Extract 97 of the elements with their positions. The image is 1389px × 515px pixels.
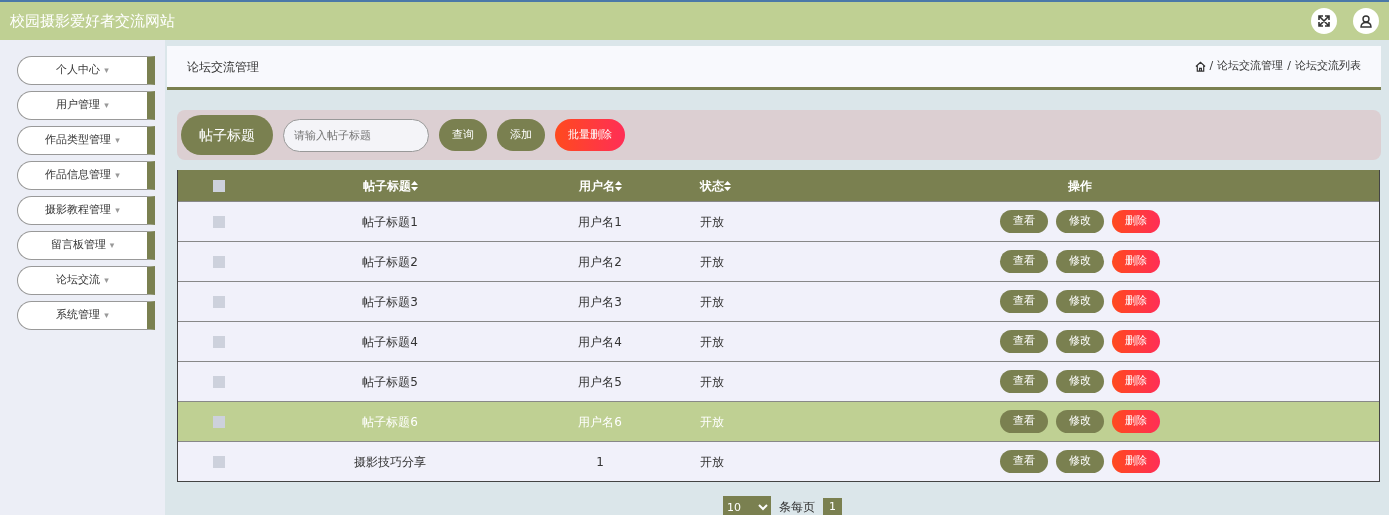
table-cell: 用户名4 bbox=[578, 334, 622, 349]
table-row[interactable]: 帖子标题3 用户名3 开放 查看 修改 删除 bbox=[178, 281, 1379, 321]
sort-icon[interactable] bbox=[410, 180, 418, 191]
caret-icon: ▾ bbox=[115, 203, 120, 218]
table-row[interactable]: 帖子标题1 用户名1 开放 查看 修改 删除 bbox=[178, 201, 1379, 241]
row-checkbox[interactable] bbox=[213, 375, 225, 388]
table-cell: 帖子标题3 bbox=[362, 294, 418, 309]
table-cell: 帖子标题6 bbox=[362, 414, 418, 429]
sort-icon[interactable] bbox=[724, 180, 731, 191]
sidebar-item[interactable]: 论坛交流 ▾ bbox=[17, 266, 155, 295]
column-header[interactable]: 用户名 bbox=[578, 176, 615, 195]
caret-icon: ▾ bbox=[115, 168, 120, 183]
delete-button[interactable]: 删除 bbox=[1111, 370, 1160, 393]
action-button[interactable]: 查看 bbox=[999, 370, 1048, 393]
sidebar-item[interactable]: 个人中心 ▾ bbox=[17, 56, 155, 85]
table-cell: 开放 bbox=[700, 294, 724, 309]
table-row[interactable]: 帖子标题5 用户名5 开放 查看 修改 删除 bbox=[178, 361, 1379, 401]
action-button[interactable]: 查看 bbox=[999, 450, 1048, 473]
delete-button[interactable]: 删除 bbox=[1111, 410, 1160, 433]
table-cell: 用户名5 bbox=[578, 374, 622, 389]
column-header: 操作 bbox=[1067, 177, 1092, 195]
site-title: 校园摄影爱好者交流网站 bbox=[10, 10, 175, 32]
select-all-checkbox[interactable] bbox=[213, 179, 225, 192]
row-checkbox[interactable] bbox=[213, 295, 225, 308]
action-button[interactable]: 查看 bbox=[999, 210, 1048, 233]
action-button[interactable]: 查看 bbox=[999, 290, 1048, 313]
action-button[interactable]: 修改 bbox=[1055, 450, 1104, 473]
action-button[interactable]: 查看 bbox=[999, 410, 1048, 433]
row-checkbox[interactable] bbox=[213, 215, 225, 228]
table-cell: 用户名6 bbox=[578, 414, 622, 429]
page-title: 论坛交流管理 bbox=[187, 58, 259, 76]
table-cell: 开放 bbox=[700, 334, 724, 349]
table-cell: 开放 bbox=[700, 254, 724, 269]
table-cell: 帖子标题1 bbox=[362, 214, 418, 229]
table-cell: 用户名3 bbox=[578, 294, 622, 309]
row-checkbox[interactable] bbox=[213, 415, 225, 428]
delete-button[interactable]: 删除 bbox=[1111, 210, 1160, 233]
delete-button[interactable]: 删除 bbox=[1111, 290, 1160, 313]
table-row[interactable]: 摄影技巧分享 1 开放 查看 修改 删除 bbox=[178, 441, 1379, 481]
caret-icon: ▾ bbox=[104, 308, 109, 323]
toolbar-button[interactable]: 查询 bbox=[439, 119, 487, 151]
action-button[interactable]: 修改 bbox=[1055, 210, 1104, 233]
table-cell: 开放 bbox=[700, 414, 724, 429]
delete-button[interactable]: 删除 bbox=[1111, 330, 1160, 353]
table-cell: 用户名1 bbox=[578, 214, 622, 229]
table-cell: 1 bbox=[596, 454, 604, 469]
table-row[interactable]: 帖子标题4 用户名4 开放 查看 修改 删除 bbox=[178, 321, 1379, 361]
column-header[interactable]: 状态 bbox=[700, 176, 724, 195]
table-row[interactable]: 帖子标题2 用户名2 开放 查看 修改 删除 bbox=[178, 241, 1379, 281]
table-cell: 用户名2 bbox=[578, 254, 622, 269]
sidebar-item[interactable]: 作品类型管理 ▾ bbox=[17, 126, 155, 155]
field-label: 帖子标题 bbox=[181, 115, 273, 155]
user-icon[interactable] bbox=[1353, 8, 1379, 34]
page-number[interactable]: 1 bbox=[823, 497, 842, 515]
table-cell: 开放 bbox=[700, 454, 724, 469]
fullscreen-icon[interactable] bbox=[1311, 8, 1337, 34]
table-cell: 帖子标题5 bbox=[362, 374, 418, 389]
action-button[interactable]: 修改 bbox=[1055, 410, 1104, 433]
table-cell: 开放 bbox=[700, 374, 724, 389]
breadcrumb-separator: / bbox=[1287, 58, 1291, 75]
search-field[interactable]: 请输入帖子标题 bbox=[283, 118, 429, 152]
sidebar-item[interactable]: 摄影教程管理 ▾ bbox=[17, 196, 155, 225]
sidebar-item[interactable]: 作品信息管理 ▾ bbox=[17, 161, 155, 190]
table-cell: 帖子标题4 bbox=[362, 334, 418, 349]
action-button[interactable]: 查看 bbox=[999, 250, 1048, 273]
caret-icon: ▾ bbox=[104, 98, 109, 113]
action-button[interactable]: 修改 bbox=[1055, 290, 1104, 313]
action-button[interactable]: 查看 bbox=[999, 330, 1048, 353]
sidebar-item[interactable]: 用户管理 ▾ bbox=[17, 91, 155, 120]
row-checkbox[interactable] bbox=[213, 455, 225, 468]
sidebar-item[interactable]: 留言板管理 ▾ bbox=[17, 231, 155, 260]
caret-icon: ▾ bbox=[115, 133, 120, 148]
action-button[interactable]: 修改 bbox=[1055, 250, 1104, 273]
column-header[interactable]: 帖子标题 bbox=[362, 176, 411, 195]
action-button[interactable]: 修改 bbox=[1055, 370, 1104, 393]
toolbar-button[interactable]: 添加 bbox=[497, 119, 545, 151]
batch-delete-button[interactable]: 批量删除 bbox=[555, 119, 625, 151]
caret-icon: ▾ bbox=[109, 238, 115, 253]
table-cell: 开放 bbox=[700, 214, 724, 229]
action-button[interactable]: 修改 bbox=[1055, 330, 1104, 353]
breadcrumb-separator: / bbox=[1209, 58, 1214, 75]
sidebar-item[interactable]: 系统管理 ▾ bbox=[17, 301, 155, 330]
home-icon[interactable] bbox=[1194, 61, 1206, 72]
delete-button[interactable]: 删除 bbox=[1111, 250, 1160, 273]
caret-icon: ▾ bbox=[104, 63, 109, 78]
page-size-select[interactable]: 10 bbox=[723, 496, 771, 515]
page-size-label: 条每页 bbox=[779, 499, 815, 515]
row-checkbox[interactable] bbox=[213, 335, 225, 348]
caret-icon: ▾ bbox=[104, 273, 109, 288]
table-cell: 摄影技巧分享 bbox=[354, 454, 426, 469]
breadcrumb-current: 论坛交流列表 bbox=[1295, 58, 1361, 75]
table-cell: 帖子标题2 bbox=[362, 254, 418, 269]
breadcrumb-link[interactable]: 论坛交流管理 bbox=[1217, 58, 1284, 75]
delete-button[interactable]: 删除 bbox=[1111, 450, 1160, 473]
table-row[interactable]: 帖子标题6 用户名6 开放 查看 修改 删除 bbox=[178, 401, 1379, 441]
sort-icon[interactable] bbox=[614, 180, 622, 191]
row-checkbox[interactable] bbox=[213, 255, 225, 268]
